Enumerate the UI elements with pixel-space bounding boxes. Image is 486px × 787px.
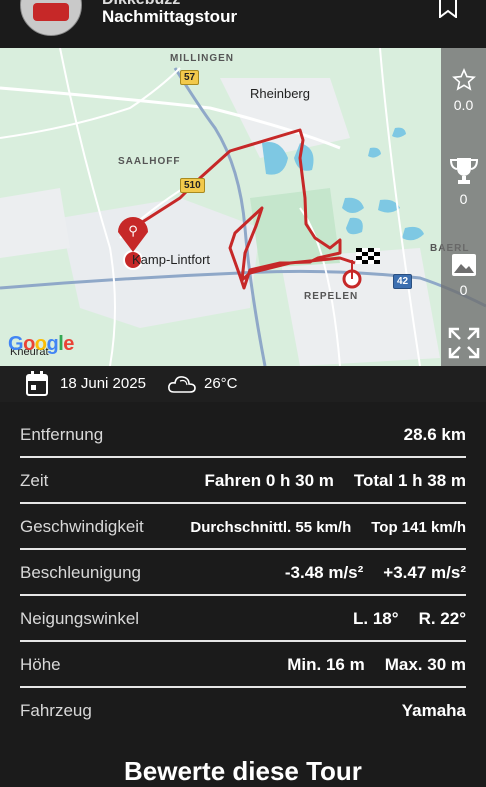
lean-left: L. 18° [353, 609, 399, 628]
rating-button[interactable]: 0.0 [441, 68, 486, 113]
svg-text:⚲: ⚲ [128, 224, 138, 239]
road-shield-57: 57 [180, 70, 200, 85]
stat-value: L. 18° R. 22° [353, 609, 466, 629]
total-time: Total 1 h 38 m [353, 471, 466, 490]
stat-row-lean-angle: Neigungswinkel L. 18° R. 22° [20, 596, 466, 642]
min-acceleration: -3.48 m/s² [284, 563, 364, 582]
vehicle-name: Yamaha [401, 701, 466, 720]
max-altitude: Max. 30 m [384, 655, 466, 674]
average-speed: Durchschnittl. 55 km/h [190, 519, 352, 536]
rate-tour-heading: Bewerte diese Tour [124, 756, 362, 786]
calendar-icon [26, 371, 48, 396]
trophy-button[interactable]: 0 [441, 156, 486, 207]
expand-icon [448, 327, 479, 359]
photo-count: 0 [459, 282, 468, 298]
bookmark-icon[interactable] [438, 0, 458, 18]
tour-date: 18 Juni 2025 [60, 375, 146, 392]
stat-value: Yamaha [402, 701, 466, 721]
top-speed: Top 141 km/h [371, 519, 466, 536]
stat-row-time: Zeit Fahren 0 h 30 m Total 1 h 38 m [20, 458, 466, 504]
star-icon [451, 68, 476, 91]
max-acceleration: +3.47 m/s² [383, 563, 466, 582]
stat-value: -3.48 m/s² +3.47 m/s² [285, 563, 466, 583]
map-canvas: ⚲ [0, 48, 486, 366]
tour-stats-list: Entfernung 28.6 km Zeit Fahren 0 h 30 m T… [0, 412, 486, 732]
drive-time: Fahren 0 h 30 m [204, 471, 334, 490]
tour-header: Dikkebuzz Nachmittagstour [0, 0, 486, 48]
stat-row-distance: Entfernung 28.6 km [20, 412, 466, 458]
motorcycle-photo [33, 3, 69, 21]
stat-label: Neigungswinkel [20, 609, 140, 628]
trophy-icon [449, 158, 478, 184]
trophy-count: 0 [459, 191, 468, 207]
avatar[interactable] [20, 0, 82, 36]
route-map[interactable]: ⚲ MILLINGEN Rheinberg SAALHOFF Kamp-Lint… [0, 48, 486, 366]
stat-label: Höhe [20, 655, 61, 674]
map-label-kamp-lintfort: Kamp-Lintfort [132, 252, 211, 267]
stat-value: Durchschnittl. 55 km/h Top 141 km/h [190, 519, 466, 536]
stat-label: Geschwindigkeit [20, 517, 144, 536]
stat-label: Beschleunigung [20, 563, 141, 582]
google-logo: Google [8, 333, 74, 355]
road-shield-510: 510 [180, 178, 205, 193]
photos-button[interactable]: 0 [441, 253, 486, 298]
cloudy-weather-icon [168, 376, 196, 393]
stat-value: Fahren 0 h 30 m Total 1 h 38 m [204, 471, 466, 491]
stat-row-vehicle: Fahrzeug Yamaha [20, 688, 466, 732]
stat-row-acceleration: Beschleunigung -3.48 m/s² +3.47 m/s² [20, 550, 466, 596]
stat-label: Zeit [20, 471, 49, 490]
distance-value: 28.6 km [403, 425, 466, 444]
stat-label: Entfernung [20, 425, 104, 444]
map-label-repelen: REPELEN [304, 291, 359, 302]
map-action-sidebar: 0.0 0 0 [441, 48, 486, 366]
rating-value: 0.0 [453, 97, 474, 113]
tour-meta-row: 18 Juni 2025 26°C [0, 366, 486, 402]
stat-row-altitude: Höhe Min. 16 m Max. 30 m [20, 642, 466, 688]
image-icon [451, 254, 476, 276]
tour-title: Nachmittagstour [102, 7, 238, 26]
map-label-rheinberg: Rheinberg [250, 86, 310, 101]
temperature: 26°C [204, 375, 238, 392]
stat-value: Min. 16 m Max. 30 m [287, 655, 466, 675]
lean-right: R. 22° [418, 609, 466, 628]
map-label-millingen: MILLINGEN [170, 53, 234, 64]
min-altitude: Min. 16 m [287, 655, 365, 674]
stat-value: 28.6 km [404, 425, 466, 445]
fullscreen-button[interactable] [441, 326, 486, 363]
stat-label: Fahrzeug [20, 701, 92, 720]
map-label-saalhoff: SAALHOFF [118, 156, 181, 167]
road-shield-42: 42 [393, 274, 413, 289]
stat-row-speed: Geschwindigkeit Durchschnittl. 55 km/h To… [20, 504, 466, 550]
